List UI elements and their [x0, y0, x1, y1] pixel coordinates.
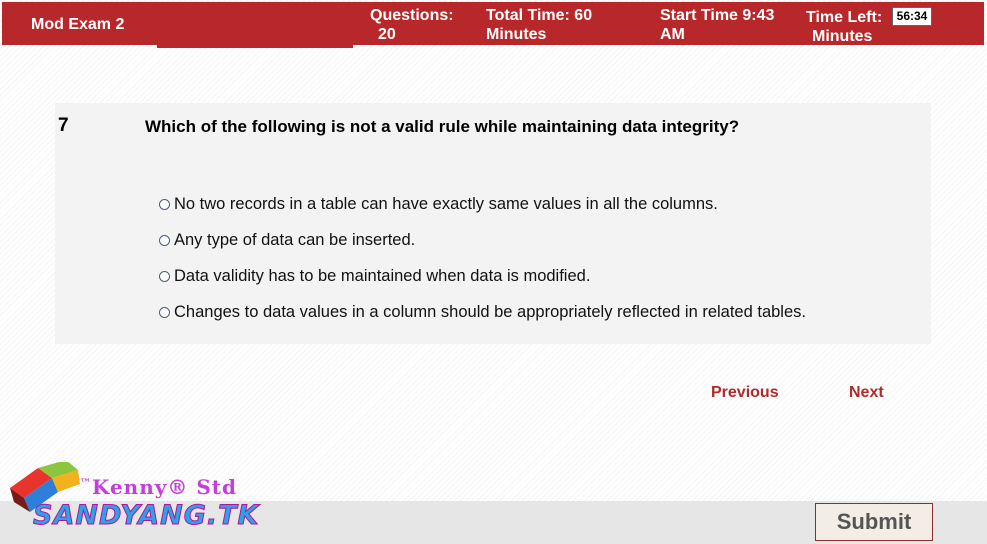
- answer-option-label: Data validity has to be maintained when …: [174, 266, 591, 285]
- total-time-unit: Minutes: [486, 26, 547, 43]
- answer-option-1[interactable]: No two records in a table can have exact…: [159, 186, 806, 222]
- radio-button-2[interactable]: [159, 234, 170, 246]
- radio-button-1[interactable]: [159, 198, 170, 210]
- total-time-label: Total Time: 60: [486, 7, 593, 24]
- answer-option-label: No two records in a table can have exact…: [174, 194, 718, 213]
- trademark-symbol: ™: [80, 476, 92, 490]
- start-time: Start Time 9:43 AM: [660, 6, 774, 44]
- radio-button-4[interactable]: [159, 306, 170, 318]
- answer-option-label: Any type of data can be inserted.: [174, 230, 416, 249]
- brand-tagline-text: Kenny® Std: [92, 475, 237, 499]
- previous-button[interactable]: Previous: [711, 384, 779, 402]
- header-tab-underline: [157, 45, 353, 48]
- questions-label: Questions:: [370, 7, 454, 24]
- questions-value: 20: [378, 26, 396, 43]
- countdown-timer: 56:34: [892, 7, 932, 26]
- brand-site-name: SANDYANG.TK: [32, 500, 260, 532]
- answer-option-3[interactable]: Data validity has to be maintained when …: [159, 258, 806, 294]
- question-number: 7: [58, 115, 69, 136]
- exam-title: Mod Exam 2: [31, 16, 125, 33]
- questions-count: Questions: 20: [370, 6, 454, 44]
- answer-option-4[interactable]: Changes to data values in a column shoul…: [159, 294, 806, 330]
- brand-tagline: ™Kenny® Std: [80, 475, 237, 499]
- answer-option-label: Changes to data values in a column shoul…: [174, 302, 806, 321]
- start-time-label: Start Time 9:43: [660, 7, 775, 24]
- submit-button[interactable]: Submit: [815, 503, 933, 541]
- next-button[interactable]: Next: [849, 384, 884, 402]
- time-left-unit: Minutes: [812, 28, 873, 45]
- answer-options: No two records in a table can have exact…: [159, 186, 806, 330]
- question-text: Which of the following is not a valid ru…: [145, 117, 740, 136]
- time-left: Time Left: Minutes: [806, 8, 882, 46]
- time-left-label: Time Left:: [806, 9, 883, 26]
- start-time-ampm: AM: [660, 26, 685, 43]
- radio-button-3[interactable]: [159, 270, 170, 282]
- exam-header-bar: Mod Exam 2 Questions: 20 Total Time: 60 …: [2, 2, 984, 45]
- total-time: Total Time: 60 Minutes: [486, 6, 592, 44]
- answer-option-2[interactable]: Any type of data can be inserted.: [159, 222, 806, 258]
